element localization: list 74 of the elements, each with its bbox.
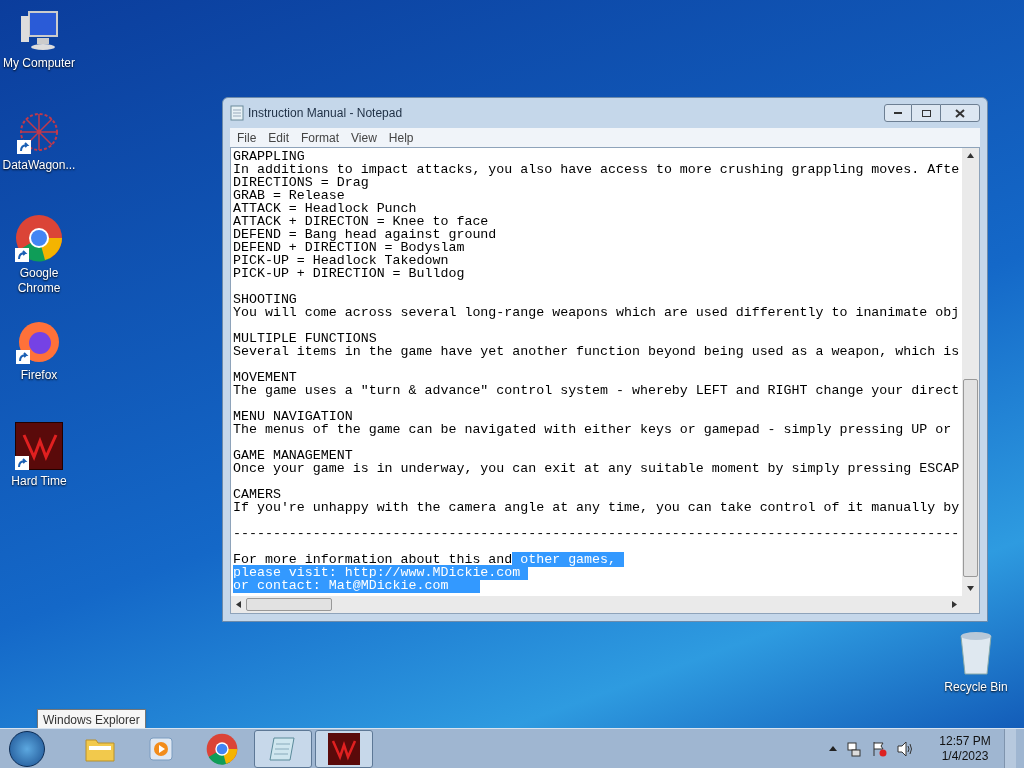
scrollbar-thumb[interactable]	[963, 379, 978, 577]
text-line: In additions to impact attacks, you also have access to more crushing grappling moves. Afte	[233, 163, 961, 176]
desktop-icon-label[interactable]: Google Chrome	[0, 266, 78, 296]
text-line: GAME MANAGEMENT	[233, 449, 354, 462]
text-line: -------------------------------------------------------------------------------------------	[233, 527, 961, 540]
minimize-button[interactable]	[884, 104, 912, 122]
menu-item[interactable]: Format	[296, 128, 345, 147]
clock-time[interactable]: 12:57 PM	[939, 733, 991, 749]
text-line: PICK-UP = Headlock Takedown	[233, 254, 449, 267]
text-line: DEFEND + DIRECTION = Bodyslam	[233, 241, 465, 254]
desktop-icon-label[interactable]: Recycle Bin	[944, 680, 1008, 695]
game-logo-icon	[328, 732, 360, 765]
text-line: The menus of the game can be navigated with either keys or gamepad - simply pressing UP or	[233, 423, 953, 436]
desktop-icon-label[interactable]: Hard Time	[11, 474, 67, 489]
speaker-icon[interactable]	[896, 740, 914, 757]
web-pattern-icon	[17, 110, 61, 154]
maximize-button[interactable]	[912, 104, 940, 122]
left-arrow-icon[interactable]	[236, 601, 241, 608]
close-icon	[955, 108, 965, 118]
close-button[interactable]	[940, 104, 980, 122]
text-line: ATTACK + DIRECTON = Knee to face	[233, 215, 490, 228]
desktop-icon-label[interactable]: My Computer	[3, 56, 75, 71]
text-line: Once your game is in underway, you can exit at any suitable moment by simply pressing ESCAP	[233, 462, 961, 475]
text-line: For more information about this and	[233, 552, 513, 567]
flag-alert-icon[interactable]	[871, 740, 887, 757]
horizontal-scrollbar[interactable]	[231, 596, 979, 613]
text-line: MULTIPLE FUNCTIONS	[233, 332, 378, 345]
notepad-icon	[230, 105, 244, 121]
game-logo-icon	[15, 422, 63, 470]
text-line: SHOOTING	[233, 293, 298, 306]
recycle-bin-icon	[958, 630, 994, 676]
text-line: DEFEND = Bang head against ground	[233, 228, 498, 241]
up-arrow-icon[interactable]	[967, 153, 974, 158]
menu-item[interactable]: Help	[383, 128, 419, 147]
desktop-icon-label[interactable]: Firefox	[20, 368, 58, 383]
down-arrow-icon[interactable]	[967, 586, 974, 591]
media-player-icon	[147, 734, 175, 763]
shortcut-arrow-icon	[17, 140, 31, 154]
text-line: Several items in the game have yet another function beyond being used as a weapon, which is	[233, 345, 961, 358]
start-button[interactable]	[9, 730, 45, 767]
right-arrow-icon[interactable]	[952, 601, 957, 608]
menu-item[interactable]: Edit	[263, 128, 295, 147]
text-line: If you're unhappy with the camera angle at any time, you can take control of it manually by	[233, 501, 961, 514]
show-hidden-icons-button[interactable]	[829, 746, 837, 751]
text-line: MENU NAVIGATION	[233, 410, 354, 423]
tooltip: Windows Explorer	[37, 709, 146, 731]
text-line: ATTACK = Headlock Punch	[233, 202, 418, 215]
chrome-icon	[206, 732, 238, 765]
text-line: You will come across several long-range weapons which are used differently to inanimate obj	[233, 306, 961, 319]
window-title: Instruction Manual - Notepad	[248, 105, 403, 122]
text-line: GRAPPLING	[233, 150, 306, 163]
shortcut-arrow-icon	[16, 350, 30, 364]
text-line: PICK-UP + DIRECTION = Bulldog	[233, 267, 466, 280]
menu-item[interactable]: File	[232, 128, 262, 147]
vertical-scrollbar[interactable]	[962, 148, 979, 596]
scrollbar-thumb[interactable]	[246, 598, 332, 611]
shortcut-arrow-icon	[15, 248, 29, 262]
network-icon[interactable]	[846, 740, 862, 757]
text-line: MOVEMENT	[233, 371, 298, 384]
desktop-icon-label[interactable]: DataWagon...	[2, 158, 76, 173]
menu-item[interactable]: View	[346, 128, 382, 147]
text-line: GRAB = Release	[233, 189, 345, 202]
clock-date[interactable]: 1/4/2023	[941, 748, 989, 764]
text-line: DIRECTIONS = Drag	[233, 176, 369, 189]
selected-text: other games,	[512, 552, 624, 567]
text-line: The game uses a "turn & advance" control system - whereby LEFT and RIGHT change your direct	[233, 384, 961, 397]
text-area[interactable]	[231, 148, 962, 596]
shortcut-arrow-icon	[15, 456, 29, 470]
taskbar-button[interactable]	[315, 729, 373, 768]
chrome-icon	[15, 214, 63, 262]
text-line: CAMERS	[233, 488, 282, 501]
minimize-icon	[894, 112, 902, 114]
maximize-icon	[921, 109, 931, 117]
selected-text: or contact: Mat@MDickie.com	[233, 578, 481, 593]
